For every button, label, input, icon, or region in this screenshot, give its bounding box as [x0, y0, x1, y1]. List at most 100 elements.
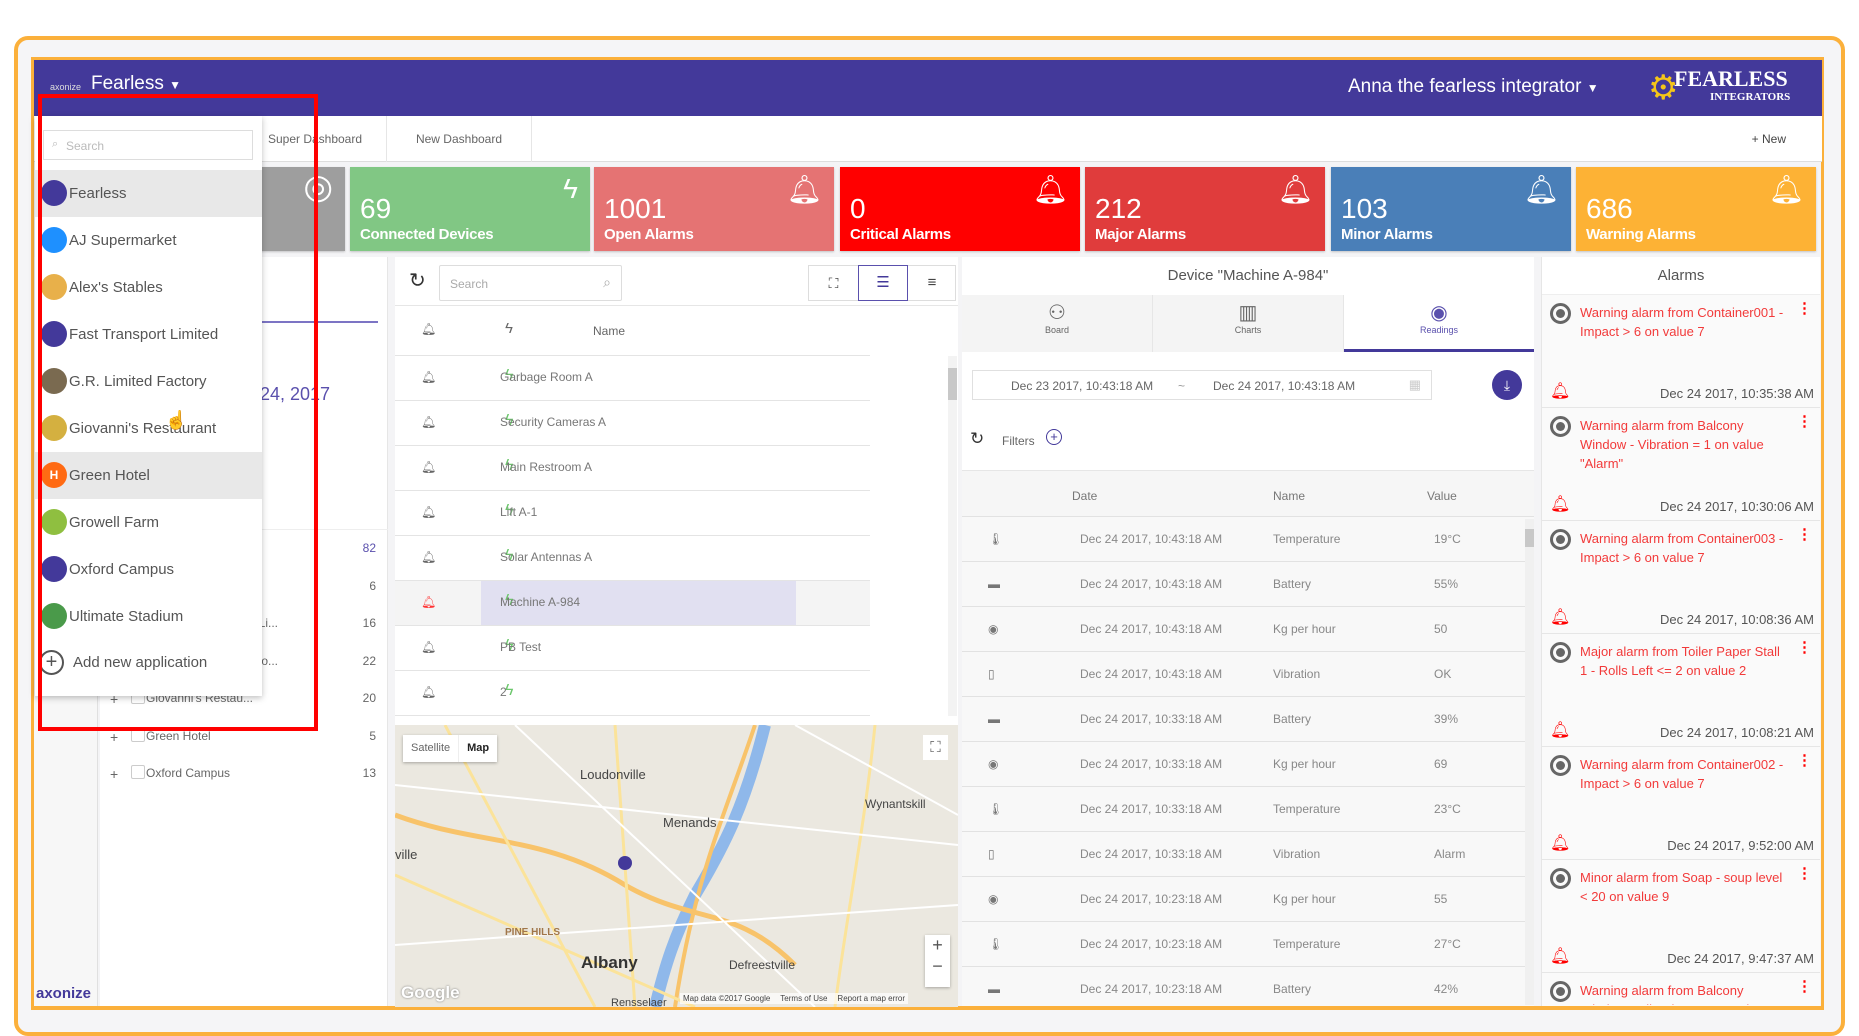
app-switcher[interactable]: Fearless ▼ — [91, 73, 181, 95]
readings-header: Date Name Value — [962, 470, 1534, 517]
bell-icon: 🔔︎ — [421, 595, 437, 609]
more-vert-icon[interactable]: ⋮ — [1797, 638, 1812, 656]
reading-row[interactable]: 🌡︎ Dec 24 2017, 10:43:18 AM Temperature … — [962, 517, 1527, 562]
alarm-status-icon — [1550, 303, 1571, 324]
alarm-item[interactable]: Warning alarm from Balcony Window - Vibr… — [1542, 973, 1820, 1005]
alarm-item[interactable]: Minor alarm from Soap - soup level < 20 … — [1542, 860, 1820, 973]
add-filter-button[interactable]: + — [1046, 429, 1062, 445]
readings-scrollbar[interactable] — [1525, 519, 1534, 1005]
alarm-time: Dec 24 2017, 10:08:21 AM — [1660, 725, 1814, 740]
bell-icon: 🔔︎ — [1550, 948, 1571, 965]
reading-value: Alarm — [1434, 847, 1466, 861]
bell-icon: 🔔︎ — [1550, 609, 1571, 626]
alarm-item[interactable]: Warning alarm from Container003 - Impact… — [1542, 521, 1820, 634]
map-type-control: Satellite Map — [403, 735, 498, 762]
card-connected-devices[interactable]: ϟ 69 Connected Devices — [350, 167, 590, 251]
device-row[interactable]: 🔔︎ ϟ Machine A-984 — [395, 581, 870, 626]
more-vert-icon[interactable]: ⋮ — [1797, 977, 1812, 995]
reading-row[interactable]: ◉ Dec 24 2017, 10:23:18 AM Kg per hour 5… — [962, 877, 1527, 922]
fullscreen-icon[interactable]: ⛶ — [923, 735, 948, 760]
tab-new-dashboard[interactable]: New Dashboard — [387, 116, 532, 162]
device-row[interactable]: 🔔︎ ϟ Security Cameras A — [395, 401, 870, 446]
alarm-item[interactable]: Warning alarm from Container002 - Impact… — [1542, 747, 1820, 860]
card-warning-alarms[interactable]: 🔔︎ 686 Warning Alarms — [1576, 167, 1816, 251]
device-name: Solar Antennas A — [500, 550, 593, 564]
report-map-error-link[interactable]: Report a map error — [837, 994, 905, 1003]
expand-icon[interactable]: + — [110, 766, 118, 782]
alarm-item[interactable]: Major alarm from Toiler Paper Stall 1 - … — [1542, 634, 1820, 747]
map-view-icon[interactable]: ⛶ — [809, 266, 858, 300]
more-vert-icon[interactable]: ⋮ — [1797, 864, 1812, 882]
tab-board[interactable]: ⚇ Board — [962, 295, 1153, 352]
bell-icon: 🔔︎ — [1032, 174, 1068, 205]
reading-row[interactable]: 🌡︎ Dec 24 2017, 10:33:18 AM Temperature … — [962, 787, 1527, 832]
column-date[interactable]: Date — [1072, 489, 1097, 503]
card-major-alarms[interactable]: 🔔︎ 212 Major Alarms — [1085, 167, 1325, 251]
download-button[interactable]: ⤓ — [1492, 370, 1522, 400]
tree-row[interactable]: + Oxford Campus 13 — [100, 758, 388, 788]
map-button[interactable]: Map — [459, 735, 497, 762]
device-row[interactable]: 🔔︎ ϟ Solar Antennas A — [395, 536, 870, 581]
device-search-input[interactable]: Search ⌕ — [439, 265, 622, 301]
satellite-button[interactable]: Satellite — [403, 735, 460, 762]
refresh-icon[interactable]: ↻ — [409, 268, 426, 293]
reading-row[interactable]: ▬ Dec 24 2017, 10:23:18 AM Battery 42% — [962, 967, 1527, 1005]
reading-value: 39% — [1434, 712, 1459, 726]
split-view-icon[interactable]: ☰ — [858, 265, 908, 301]
device-name: 2 — [500, 685, 507, 699]
zoom-in-button[interactable]: + — [925, 935, 950, 956]
target-icon: ◉ — [988, 757, 999, 771]
alarm-time: Dec 24 2017, 9:47:37 AM — [1667, 951, 1814, 966]
device-row[interactable]: 🔔︎ ϟ 2 — [395, 671, 870, 716]
tree-row-count: 5 — [369, 728, 376, 743]
new-dashboard-button[interactable]: + New — [1752, 132, 1786, 146]
tree-row-name: Oxford Campus — [146, 766, 231, 780]
reading-row[interactable]: ▬ Dec 24 2017, 10:33:18 AM Battery 39% — [962, 697, 1527, 742]
alarm-item[interactable]: Warning alarm from Balcony Window - Vibr… — [1542, 408, 1820, 521]
more-vert-icon[interactable]: ⋮ — [1797, 751, 1812, 769]
reading-value: 55% — [1434, 577, 1459, 591]
device-row[interactable]: 🔔︎ ϟ Garbage Room A — [395, 356, 870, 401]
device-row[interactable]: 🔔︎ ϟ PB Test — [395, 626, 870, 671]
zoom-out-button[interactable]: − — [925, 956, 950, 977]
reading-row[interactable]: ◉ Dec 24 2017, 10:33:18 AM Kg per hour 6… — [962, 742, 1527, 787]
checkbox[interactable] — [131, 765, 145, 779]
list-view-icon[interactable]: ≡ — [908, 266, 956, 300]
alarm-item[interactable]: Warning alarm from Container001 - Impact… — [1542, 295, 1820, 408]
card-open-alarms[interactable]: 🔔︎ 1001 Open Alarms — [594, 167, 834, 251]
reading-row[interactable]: 🌡︎ Dec 24 2017, 10:23:18 AM Temperature … — [962, 922, 1527, 967]
terms-link[interactable]: Terms of Use — [780, 994, 827, 1003]
more-vert-icon[interactable]: ⋮ — [1797, 299, 1812, 317]
battery-icon: ▬ — [988, 982, 1000, 996]
device-scrollbar[interactable] — [948, 356, 957, 716]
reading-row[interactable]: ▬ Dec 24 2017, 10:43:18 AM Battery 55% — [962, 562, 1527, 607]
user-menu[interactable]: Anna the fearless integrator ▼ — [1348, 76, 1599, 98]
device-row[interactable]: 🔔︎ ϟ Lift A-1 — [395, 491, 870, 536]
device-row[interactable]: 🔔︎ ϟ Main Restroom A — [395, 446, 870, 491]
alarm-text: Warning alarm from Balcony Window - Vibr… — [1580, 983, 1764, 1005]
card-minor-alarms[interactable]: 🔔︎ 103 Minor Alarms — [1331, 167, 1571, 251]
column-value[interactable]: Value — [1427, 489, 1457, 503]
device-map[interactable]: Loudonville Menands Albany Wynantskill D… — [395, 725, 958, 1007]
reading-row[interactable]: ◉ Dec 24 2017, 10:43:18 AM Kg per hour 5… — [962, 607, 1527, 652]
alarm-status-icon — [1550, 755, 1571, 776]
reading-date: Dec 24 2017, 10:23:18 AM — [1080, 892, 1223, 906]
column-name[interactable]: Name — [593, 324, 625, 338]
date-range-picker[interactable]: Dec 23 2017, 10:43:18 AM ~ Dec 24 2017, … — [972, 370, 1432, 400]
map-label: Rensselaer — [611, 997, 667, 1007]
tab-readings[interactable]: ◉ Readings — [1344, 295, 1534, 352]
tab-charts[interactable]: ▥ Charts — [1153, 295, 1344, 352]
card-critical-alarms[interactable]: 🔔︎ 0 Critical Alarms — [840, 167, 1080, 251]
reading-name: Kg per hour — [1273, 757, 1336, 771]
column-name[interactable]: Name — [1273, 489, 1305, 503]
bell-icon: 🔔︎ — [786, 174, 822, 205]
more-vert-icon[interactable]: ⋮ — [1797, 525, 1812, 543]
reading-date: Dec 24 2017, 10:33:18 AM — [1080, 847, 1223, 861]
refresh-icon[interactable]: ↻ — [970, 429, 984, 449]
reading-row[interactable]: ▯ Dec 24 2017, 10:43:18 AM Vibration OK — [962, 652, 1527, 697]
more-vert-icon[interactable]: ⋮ — [1797, 412, 1812, 430]
tree-row-count: 22 — [362, 653, 376, 668]
reading-row[interactable]: ▯ Dec 24 2017, 10:33:18 AM Vibration Ala… — [962, 832, 1527, 877]
reading-name: Kg per hour — [1273, 892, 1336, 906]
device-marker[interactable] — [618, 856, 632, 870]
